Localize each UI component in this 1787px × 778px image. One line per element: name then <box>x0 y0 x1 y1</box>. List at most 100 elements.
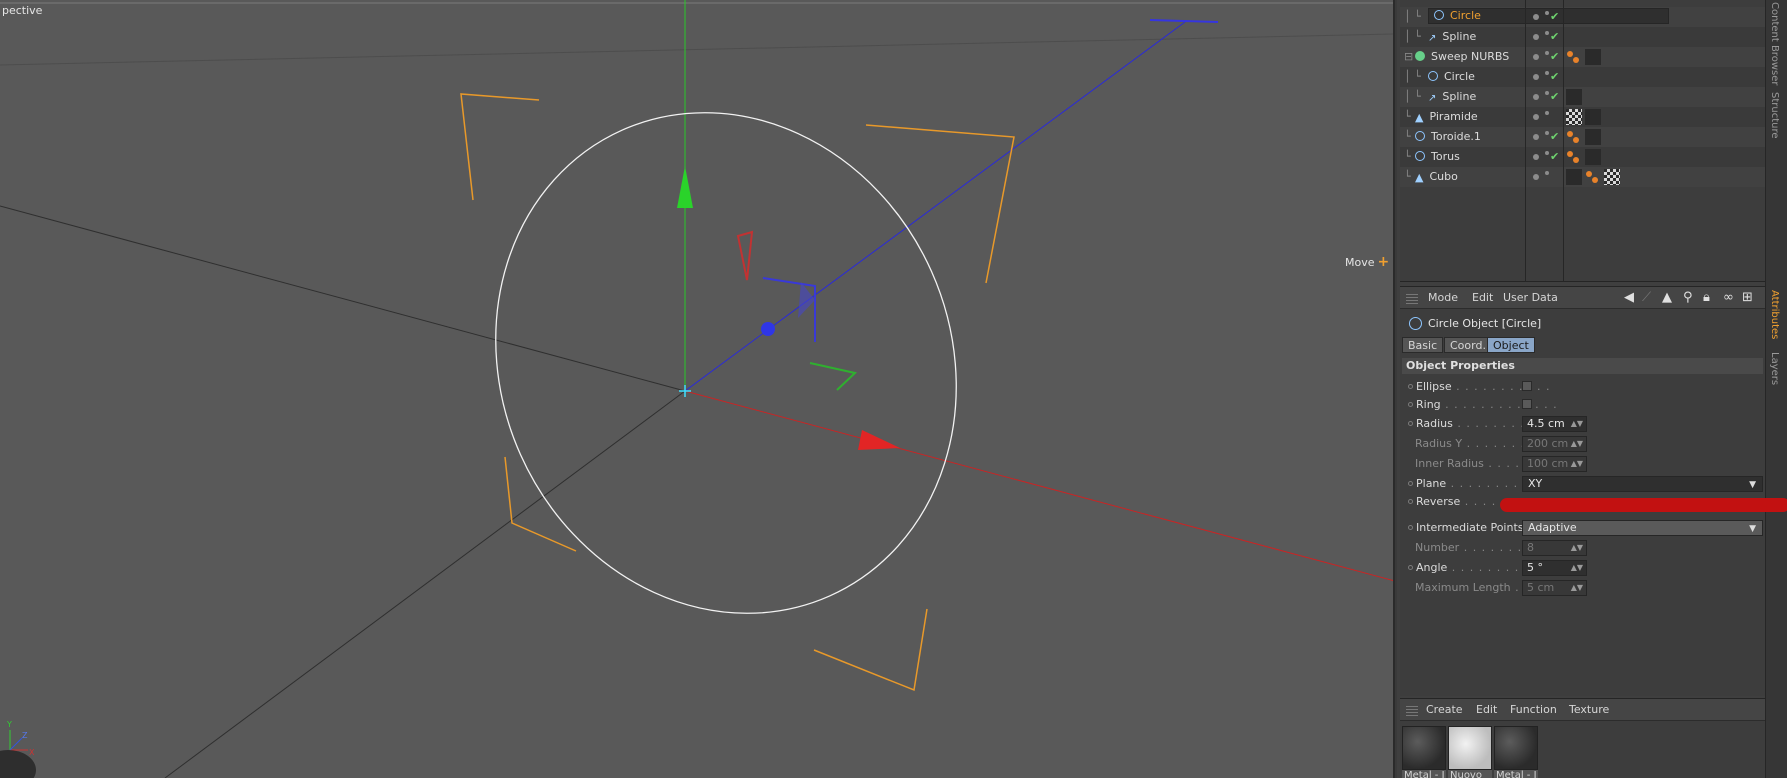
object-row[interactable]: │ └ Circle ✔ <box>1400 67 1765 87</box>
render-visibility-dot[interactable] <box>1545 91 1549 95</box>
tab-basic[interactable]: Basic <box>1402 337 1444 353</box>
object-row[interactable]: ⊟ Sweep NURBS ✔ <box>1400 47 1765 67</box>
material-label: Metal - I <box>1402 770 1446 778</box>
editor-visibility-dot[interactable] <box>1533 54 1539 60</box>
up-arrow-icon[interactable]: ▲ <box>1662 290 1672 305</box>
material-tag-icon[interactable] <box>1585 109 1601 125</box>
enabled-check-icon[interactable]: ✔ <box>1550 27 1559 47</box>
perspective-viewport[interactable]: Y Z X pective Move + <box>0 0 1395 778</box>
object-row[interactable]: │ └ ↗ Spline ✔ <box>1400 87 1765 107</box>
tree-connector: └ <box>1404 170 1411 183</box>
enabled-check-icon[interactable]: ✔ <box>1550 47 1559 67</box>
viewport-canvas[interactable]: Y Z X <box>0 0 1395 778</box>
menu-user-data[interactable]: User Data <box>1503 291 1558 304</box>
tab-structure[interactable]: Structure <box>1769 92 1780 139</box>
material-tag-icon[interactable] <box>1585 149 1601 165</box>
render-visibility-dot[interactable] <box>1545 71 1549 75</box>
object-manager[interactable]: │ └ Circle ✔ │ └ ↗ Spline ✔ ⊟ Sweep NURBS ✔ │ └ Cir… <box>1400 0 1765 282</box>
editor-visibility-dot[interactable] <box>1533 154 1539 160</box>
material-tag-icon[interactable] <box>1585 129 1601 145</box>
editor-visibility-dot[interactable] <box>1533 34 1539 40</box>
material-metal-2[interactable]: Metal - I <box>1494 726 1538 778</box>
anim-bullet-icon[interactable] <box>1408 421 1413 426</box>
grip-icon[interactable] <box>1406 292 1418 304</box>
menu-texture[interactable]: Texture <box>1569 703 1609 716</box>
torus-icon <box>1415 131 1425 141</box>
enabled-check-icon[interactable]: ✔ <box>1550 127 1559 147</box>
new-window-icon[interactable]: ⊞ <box>1742 290 1753 305</box>
render-visibility-dot[interactable] <box>1545 111 1549 115</box>
object-row[interactable]: └ Torus ✔ <box>1400 147 1765 167</box>
anim-bullet-icon[interactable] <box>1408 499 1413 504</box>
ring-checkbox[interactable] <box>1522 399 1532 409</box>
grip-icon[interactable] <box>1406 704 1418 716</box>
enabled-check-icon[interactable]: ✔ <box>1550 7 1559 27</box>
link-icon[interactable]: ∞ <box>1723 290 1734 305</box>
menu-create[interactable]: Create <box>1426 703 1463 716</box>
render-visibility-dot[interactable] <box>1545 31 1549 35</box>
tree-connector[interactable]: ⊟ <box>1404 47 1413 67</box>
phong-tag-icon[interactable] <box>1585 169 1601 185</box>
menu-function[interactable]: Function <box>1510 703 1557 716</box>
tab-layers[interactable]: Layers <box>1769 352 1780 385</box>
anim-bullet-icon[interactable] <box>1408 565 1413 570</box>
object-row[interactable]: └ Toroide.1 ✔ <box>1400 127 1765 147</box>
plane-dropdown[interactable]: XY ▼ <box>1522 476 1763 492</box>
angle-field[interactable]: 5 ° ▲▼ <box>1522 560 1587 576</box>
search-icon[interactable]: ⚲ <box>1683 290 1693 305</box>
render-visibility-dot[interactable] <box>1545 51 1549 55</box>
render-visibility-dot[interactable] <box>1545 11 1549 15</box>
texture-tag-icon[interactable] <box>1604 169 1620 185</box>
tab-content-browser[interactable]: Content Browser <box>1769 2 1780 85</box>
ellipse-checkbox[interactable] <box>1522 381 1532 391</box>
prop-radius: Radius . . . . . . . . . . . 4.5 cm ▲▼ <box>1400 415 1765 433</box>
side-tabs: Content Browser Structure Attributes Lay… <box>1765 0 1787 778</box>
tab-coord[interactable]: Coord. <box>1444 337 1492 353</box>
editor-visibility-dot[interactable] <box>1533 14 1539 20</box>
radius-field[interactable]: 4.5 cm ▲▼ <box>1522 416 1587 432</box>
menu-mode[interactable]: Mode <box>1428 291 1458 304</box>
tab-attributes[interactable]: Attributes <box>1769 290 1780 339</box>
phong-tag-icon[interactable] <box>1566 49 1582 65</box>
editor-visibility-dot[interactable] <box>1533 74 1539 80</box>
intermediate-points-dropdown[interactable]: Adaptive ▼ <box>1522 520 1763 536</box>
prop-label-angle: Angle <box>1416 561 1448 574</box>
material-nuovo[interactable]: Nuovo <box>1448 726 1492 778</box>
material-tag-icon[interactable] <box>1585 49 1601 65</box>
stepper-icon[interactable]: ▲▼ <box>1571 417 1583 431</box>
anim-bullet-icon[interactable] <box>1408 525 1413 530</box>
z-axis-handle[interactable] <box>761 322 775 336</box>
object-row[interactable]: └ ▲ Piramide <box>1400 107 1765 127</box>
render-visibility-dot[interactable] <box>1545 151 1549 155</box>
render-visibility-dot[interactable] <box>1545 171 1549 175</box>
phong-tag-icon[interactable] <box>1566 149 1582 165</box>
object-row[interactable]: │ └ ↗ Spline ✔ <box>1400 27 1765 47</box>
editor-visibility-dot[interactable] <box>1533 114 1539 120</box>
phong-tag-icon[interactable] <box>1566 129 1582 145</box>
texture-tag-icon[interactable] <box>1566 109 1582 125</box>
material-metal-1[interactable]: Metal - I <box>1402 726 1446 778</box>
menu-edit[interactable]: Edit <box>1476 703 1497 716</box>
editor-visibility-dot[interactable] <box>1533 134 1539 140</box>
editor-visibility-dot[interactable] <box>1533 94 1539 100</box>
lock-icon[interactable]: 🔒︎ <box>1703 290 1710 305</box>
tree-connector: │ └ <box>1404 30 1421 43</box>
anim-bullet-icon[interactable] <box>1408 402 1413 407</box>
back-arrow-icon[interactable]: ◀ <box>1624 290 1634 305</box>
render-visibility-dot[interactable] <box>1545 131 1549 135</box>
enabled-check-icon[interactable]: ✔ <box>1550 147 1559 167</box>
enabled-check-icon[interactable]: ✔ <box>1550 67 1559 87</box>
anim-bullet-icon[interactable] <box>1408 384 1413 389</box>
object-row[interactable]: │ └ Circle ✔ <box>1400 7 1765 27</box>
material-tag-icon[interactable] <box>1566 89 1582 105</box>
enabled-check-icon[interactable]: ✔ <box>1550 87 1559 107</box>
forward-arrow-icon[interactable]: ⟋ <box>1642 290 1651 305</box>
plane-value: XY <box>1528 477 1543 490</box>
object-row[interactable]: └ ▲ Cubo <box>1400 167 1765 187</box>
tab-object[interactable]: Object <box>1487 337 1535 353</box>
anim-bullet-icon[interactable] <box>1408 481 1413 486</box>
material-tag-icon[interactable] <box>1566 169 1582 185</box>
menu-edit[interactable]: Edit <box>1472 291 1493 304</box>
editor-visibility-dot[interactable] <box>1533 174 1539 180</box>
stepper-icon[interactable]: ▲▼ <box>1571 561 1583 575</box>
